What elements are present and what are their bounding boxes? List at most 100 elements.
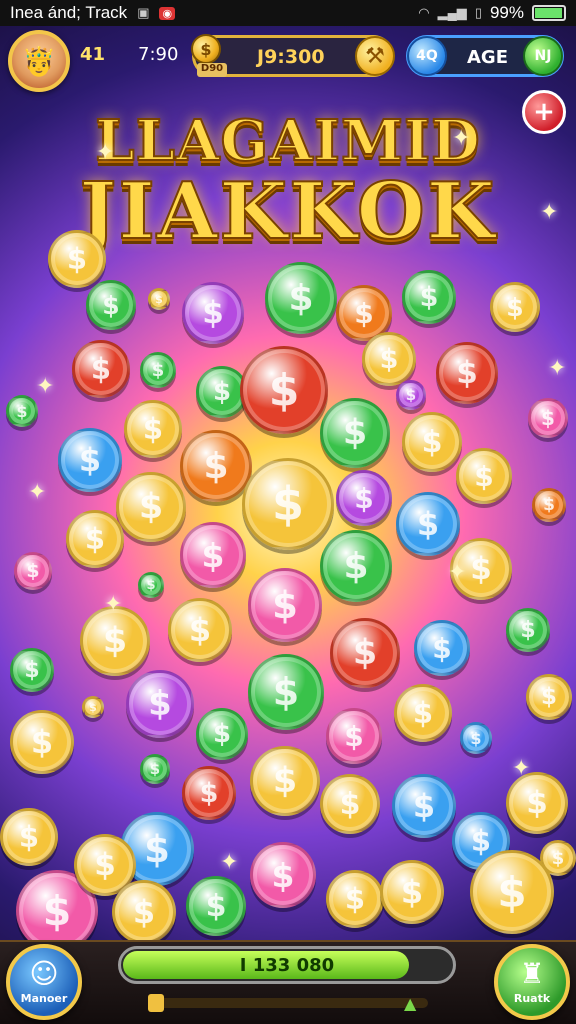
coin-green: $ (320, 398, 390, 468)
coin-gold: $ (402, 412, 462, 472)
signal-icon: ▂▄▆ (437, 5, 467, 20)
coin-gold: $ (320, 774, 380, 834)
coin-gold: $ (380, 860, 444, 924)
jackpot-progress-bar: I 133 080 (118, 946, 456, 984)
coin-gold: $ (490, 282, 540, 332)
coin-green: $ (6, 395, 38, 427)
character-icon: ☺ (29, 956, 59, 990)
sparkle-icon: ✦ (28, 480, 47, 505)
coin-purple: $ (336, 470, 392, 526)
hud: 🤴 41 7:90 $ D90 J9:300 ⚒ 4Q AGE NJ (0, 30, 576, 100)
coin-purple: $ (182, 282, 244, 344)
sparkle-icon: ✦ (448, 560, 467, 585)
coin-pink: $ (180, 522, 246, 588)
sparkle-icon: ✦ (548, 356, 567, 381)
coin-green: $ (86, 280, 136, 330)
status-bar-title: Inea ánd; Track (10, 3, 128, 22)
coin-blue: $ (58, 428, 122, 492)
coin-green: $ (320, 530, 392, 602)
coin-gold: $ (470, 850, 554, 934)
coin-pink: $ (326, 708, 382, 764)
coin-gold: $ (66, 510, 124, 568)
coin-gold: $ (116, 472, 186, 542)
coin-gold: $ (456, 448, 512, 504)
game-clock: 7:90 (138, 44, 179, 65)
coin-pink: $ (14, 552, 52, 590)
coin-blue: $ (460, 722, 492, 754)
sparkle-icon: ✦ (452, 126, 471, 151)
coin-red: $ (240, 346, 328, 434)
battery-fill (535, 8, 562, 18)
battery-saver-icon: ▯ (474, 5, 482, 20)
sparkle-icon: ✦ (512, 756, 531, 781)
manager-button-label: Manoer (20, 991, 68, 1005)
status-bar: Inea ánd; Track ▣ ◉ ◠ ▂▄▆ ▯ 99% (0, 0, 576, 26)
coin-blue: $ (392, 774, 456, 838)
coin-green: $ (265, 262, 337, 334)
coin-purple: $ (126, 670, 194, 738)
coin-bonus-badge: D90 (197, 63, 227, 77)
progress-text: I 133 080 (239, 955, 335, 976)
sparkle-icon: ✦ (220, 850, 239, 875)
coin-green: $ (248, 654, 324, 730)
boost-icon: ▲ (404, 994, 417, 1013)
coin-gold: $ (526, 674, 572, 720)
king-icon: 🤴 (21, 44, 57, 78)
gallery-icon: ▣ (137, 5, 150, 20)
coin-gold: $ (506, 772, 568, 834)
mini-progress-track (148, 994, 428, 1012)
coin-green: $ (402, 270, 456, 324)
coin-green: $ (138, 572, 164, 598)
coin-purple: $ (396, 380, 426, 410)
battery-icon (532, 5, 566, 21)
title-line-1: LLAGAIMID (94, 107, 481, 175)
coin-gold: $ (0, 808, 58, 866)
notification-icon: ◉ (159, 6, 176, 20)
sparkle-icon: ✦ (36, 374, 55, 399)
wifi-icon: ◠ (418, 5, 430, 20)
gem-balance-panel: 4Q AGE NJ (406, 35, 564, 77)
coin-gold: $ (82, 696, 104, 718)
coin-pink: $ (248, 568, 322, 642)
coin-gold: $ (124, 400, 182, 458)
coin-green: $ (10, 648, 54, 692)
gem-icon: 4Q (407, 36, 447, 76)
coin-gold: $ (242, 458, 334, 550)
manager-button[interactable]: ☺ Manoer (6, 944, 82, 1020)
player-avatar[interactable]: 🤴 (8, 30, 70, 92)
coin-green: $ (506, 608, 550, 652)
rank-button[interactable]: ♜ Ruatk (494, 944, 570, 1020)
battery-percent: 99% (489, 3, 524, 22)
coin-pink: $ (528, 398, 568, 438)
coin-red: $ (72, 340, 130, 398)
rank-button-label: Ruatk (513, 991, 551, 1005)
add-coins-button[interactable]: ⚒ (355, 36, 395, 76)
coin-gold: $ (326, 870, 384, 928)
coin-green: $ (186, 876, 246, 936)
coin-gold: $ (48, 230, 106, 288)
coin-green: $ (196, 708, 248, 760)
coin-gold: $ (10, 710, 74, 774)
coin-blue: $ (396, 492, 460, 556)
sparkle-icon: ✦ (540, 200, 559, 225)
coin-green: $ (140, 352, 176, 388)
coin-red: $ (436, 342, 498, 404)
coin-gold: $ (168, 598, 232, 662)
coin-gold: $ (112, 880, 176, 944)
sparkle-icon: ✦ (104, 592, 123, 617)
add-gems-button[interactable]: NJ (523, 36, 563, 76)
player-level: 41 (80, 44, 106, 65)
coin-blue: $ (414, 620, 470, 676)
coin-orange: $ (180, 430, 252, 502)
sparkle-icon: ✦ (96, 140, 115, 165)
coin-red: $ (182, 766, 236, 820)
coin-red: $ (330, 618, 400, 688)
gem-label: AGE (467, 47, 509, 68)
coin-gold: $ (250, 746, 320, 816)
coin-gold: $ (394, 684, 452, 742)
mini-progress-knob (148, 994, 164, 1012)
coin-balance-panel: $ D90 J9:300 ⚒ (191, 34, 395, 77)
coin-icon: $ (191, 34, 221, 64)
coin-gold: $ (362, 332, 416, 386)
coin-orange: $ (532, 488, 566, 522)
